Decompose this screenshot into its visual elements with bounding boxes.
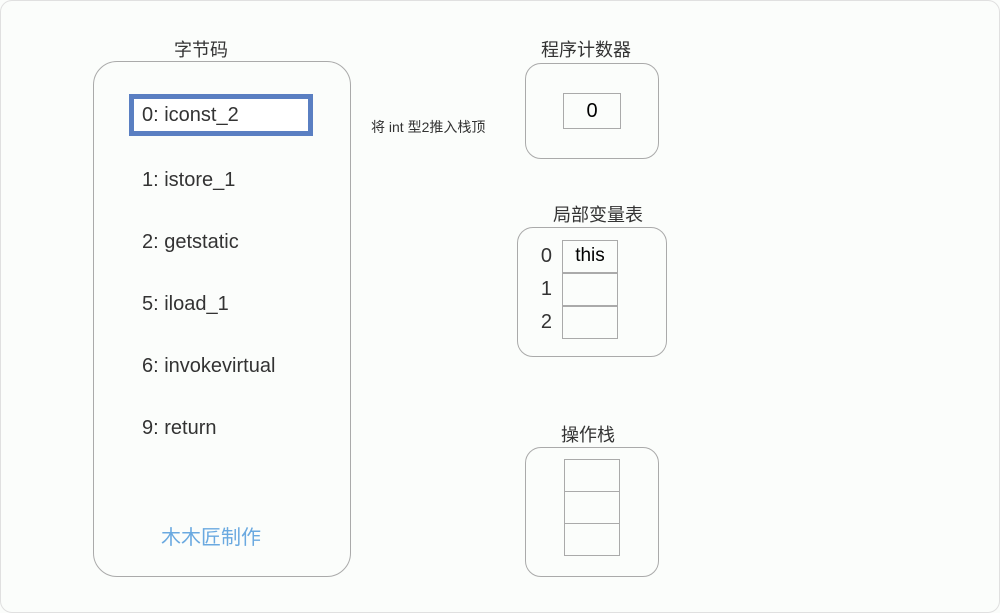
operand-stack-panel xyxy=(525,447,659,577)
local-vars-row: 1 xyxy=(518,273,666,306)
instruction-highlighted: 0: iconst_2 xyxy=(129,94,313,136)
local-vars-panel: 0 this 1 2 xyxy=(517,227,667,357)
local-vars-row: 0 this xyxy=(518,240,666,273)
local-vars-title: 局部变量表 xyxy=(553,201,643,227)
local-vars-row: 2 xyxy=(518,306,666,339)
instruction-annotation: 将 int 型2推入栈顶 xyxy=(371,117,485,137)
operand-stack-cell xyxy=(564,523,620,556)
program-counter-panel: 0 xyxy=(525,63,659,159)
instruction-row: 2: getstatic xyxy=(142,231,239,254)
local-vars-cell xyxy=(562,273,618,306)
local-vars-index: 2 xyxy=(518,311,562,334)
operand-stack-title: 操作栈 xyxy=(561,421,615,447)
bytecode-panel xyxy=(93,61,351,577)
instruction-row: 9: return xyxy=(142,417,216,440)
operand-stack-cell xyxy=(564,491,620,524)
bytecode-title: 字节码 xyxy=(174,36,228,62)
instruction-row: 6: invokevirtual xyxy=(142,355,275,378)
program-counter-value: 0 xyxy=(563,93,621,129)
instruction-row: 5: iload_1 xyxy=(142,293,229,316)
watermark-text: 木木匠制作 xyxy=(161,521,261,550)
local-vars-cell xyxy=(562,306,618,339)
operand-stack-cell xyxy=(564,459,620,492)
program-counter-title: 程序计数器 xyxy=(541,36,631,62)
local-vars-index: 0 xyxy=(518,245,562,268)
local-vars-index: 1 xyxy=(518,278,562,301)
local-vars-cell: this xyxy=(562,240,618,273)
instruction-row: 1: istore_1 xyxy=(142,169,235,192)
